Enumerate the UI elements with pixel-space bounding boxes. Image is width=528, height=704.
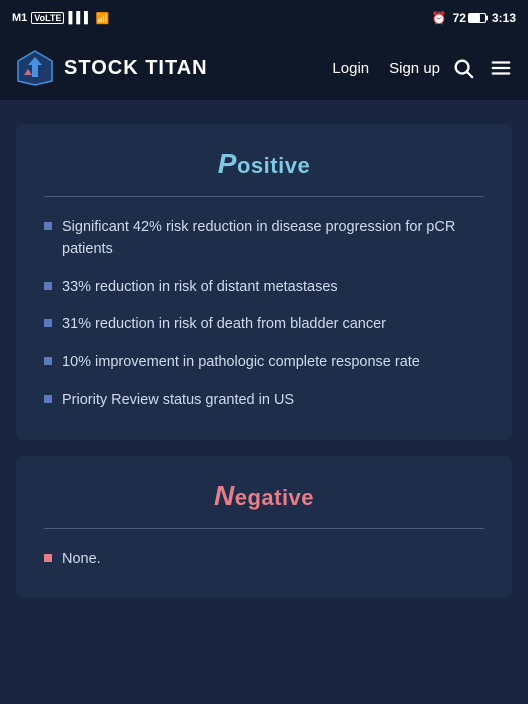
search-icon xyxy=(452,57,474,79)
list-item: None. xyxy=(44,549,484,571)
bullet-text: 31% reduction in risk of death from blad… xyxy=(62,314,386,336)
volte-badge: VoLTE xyxy=(31,12,64,24)
bullet-text: None. xyxy=(62,549,101,571)
list-item: 10% improvement in pathologic complete r… xyxy=(44,352,484,374)
bullet-text: Significant 42% risk reduction in diseas… xyxy=(62,217,484,261)
nav-icons xyxy=(452,57,512,79)
logo-text: STOCK TITAN xyxy=(64,57,208,80)
status-bar: M1 VoLTE ▌▌▌ 📶 ⏰ 72 3:13 xyxy=(0,0,528,36)
menu-button[interactable] xyxy=(490,57,512,79)
main-content: Positive Significant 42% risk reduction … xyxy=(0,100,528,598)
bullet-icon xyxy=(44,282,52,290)
list-item: Significant 42% risk reduction in diseas… xyxy=(44,217,484,261)
signup-link[interactable]: Sign up xyxy=(389,60,440,77)
positive-divider xyxy=(44,196,484,197)
negative-title: Negative xyxy=(44,480,484,512)
positive-section: Positive Significant 42% risk reduction … xyxy=(16,124,512,440)
bullet-icon xyxy=(44,222,52,230)
bullet-icon xyxy=(44,554,52,562)
hamburger-icon xyxy=(490,57,512,79)
negative-title-cap: N xyxy=(214,480,235,511)
search-button[interactable] xyxy=(452,57,474,79)
positive-title-rest: ositive xyxy=(237,153,310,178)
positive-title-cap: P xyxy=(218,148,237,179)
wifi-icon: 📶 xyxy=(96,12,110,25)
bullet-icon xyxy=(44,319,52,327)
status-carrier: M1 VoLTE ▌▌▌ 📶 xyxy=(12,12,110,25)
time-display: 3:13 xyxy=(492,11,516,25)
logo-container: STOCK TITAN xyxy=(16,49,320,87)
bullet-icon xyxy=(44,357,52,365)
logo-icon xyxy=(16,49,54,87)
battery-percent: 72 xyxy=(453,11,466,25)
positive-bullet-list: Significant 42% risk reduction in diseas… xyxy=(44,217,484,412)
bullet-text: 33% reduction in risk of distant metasta… xyxy=(62,277,338,299)
navbar: STOCK TITAN Login Sign up xyxy=(0,36,528,100)
bullet-text: Priority Review status granted in US xyxy=(62,390,294,412)
battery-icon: 72 xyxy=(453,11,486,25)
signal-icon: ▌▌▌ xyxy=(68,12,91,24)
carrier-text: M1 xyxy=(12,12,27,24)
negative-divider xyxy=(44,528,484,529)
list-item: Priority Review status granted in US xyxy=(44,390,484,412)
list-item: 31% reduction in risk of death from blad… xyxy=(44,314,484,336)
positive-title: Positive xyxy=(44,148,484,180)
battery-symbol xyxy=(468,13,486,23)
negative-section: Negative None. xyxy=(16,456,512,599)
alarm-icon: ⏰ xyxy=(432,11,447,25)
negative-title-rest: egative xyxy=(235,485,314,510)
list-item: 33% reduction in risk of distant metasta… xyxy=(44,277,484,299)
login-link[interactable]: Login xyxy=(332,60,369,77)
negative-bullet-list: None. xyxy=(44,549,484,571)
status-right: ⏰ 72 3:13 xyxy=(432,11,516,25)
bullet-icon xyxy=(44,395,52,403)
nav-links: Login Sign up xyxy=(332,60,440,77)
bullet-text: 10% improvement in pathologic complete r… xyxy=(62,352,420,374)
